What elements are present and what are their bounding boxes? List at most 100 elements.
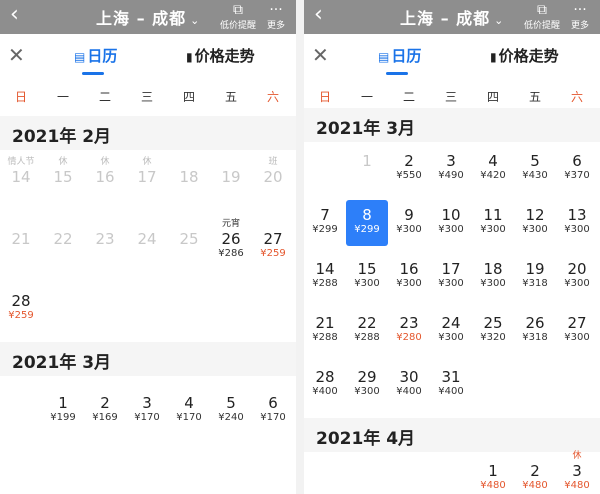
price-label: ¥169 <box>92 412 118 423</box>
tab-price-trend[interactable]: ▮ 价格走势 <box>186 46 255 67</box>
price-label: ¥259 <box>260 248 286 259</box>
date-number: 30 <box>399 368 419 386</box>
date-cell[interactable]: 12 ¥300 <box>514 206 556 236</box>
tab-calendar[interactable]: ▤ 日历 <box>74 46 117 75</box>
date-cell[interactable]: 18 ¥300 <box>472 260 514 290</box>
route-title[interactable]: 上海 – 成都 ⌄ <box>400 5 504 29</box>
date-cell-selected[interactable]: 8 ¥299 <box>346 200 388 246</box>
date-cell[interactable]: 27 ¥300 <box>556 314 598 344</box>
date-number: 7 <box>320 206 330 224</box>
date-cell[interactable]: 3 ¥170 <box>126 394 168 424</box>
date-cell: 休 15 <box>42 157 84 186</box>
price-label: ¥480 <box>564 480 590 491</box>
date-cell[interactable]: 14 ¥288 <box>304 260 346 290</box>
date-cell: 24 <box>126 230 168 248</box>
price-label: ¥480 <box>522 480 548 491</box>
date-cell[interactable]: 20 ¥300 <box>556 260 598 290</box>
date-number: 28 <box>315 368 335 386</box>
price-label: ¥300 <box>438 278 464 289</box>
date-cell[interactable]: 6 ¥370 <box>556 152 598 182</box>
price-label: ¥400 <box>312 386 338 397</box>
date-cell[interactable]: 休 3 ¥480 <box>556 451 598 492</box>
price-label: ¥490 <box>438 170 464 181</box>
date-cell[interactable]: 6 ¥170 <box>252 394 294 424</box>
date-number: 16 <box>399 260 419 278</box>
date-cell: 25 <box>168 230 210 248</box>
date-number: 2 <box>530 462 540 480</box>
tab-calendar[interactable]: ▤ 日历 <box>378 46 421 75</box>
weekday-header: 日一二三四五六 <box>304 88 600 108</box>
price-alert-button[interactable]: ⧉ 低价提醒 <box>524 2 560 31</box>
date-number: 1 <box>58 394 68 412</box>
date-cell[interactable]: 2 ¥550 <box>388 152 430 182</box>
close-icon[interactable]: ✕ <box>8 44 25 66</box>
weekday-label: 四 <box>486 90 499 104</box>
date-cell[interactable]: 31 ¥400 <box>430 368 472 398</box>
calendar-icon: ▤ <box>74 50 86 64</box>
date-cell[interactable]: 5 ¥240 <box>210 394 252 424</box>
date-cell[interactable]: 11 ¥300 <box>472 206 514 236</box>
date-number: 27 <box>263 230 283 248</box>
back-icon[interactable]: ‹ <box>314 2 323 28</box>
calendar-sheet: ✕ ▤ 日历 ▮ 价格走势 日一二三四五六 2021年 3月 1 2 ¥550 3 ¥490 4… <box>304 34 600 494</box>
price-alert-button[interactable]: ⧉ 低价提醒 <box>220 2 256 31</box>
chart-trend-icon: ⧉ <box>537 2 547 18</box>
date-cell[interactable]: 22 ¥288 <box>346 314 388 344</box>
date-cell[interactable]: 4 ¥170 <box>168 394 210 424</box>
date-cell[interactable]: 1 ¥480 <box>472 462 514 492</box>
price-label: ¥318 <box>522 332 548 343</box>
date-cell[interactable]: 23 ¥280 <box>388 314 430 344</box>
route-title[interactable]: 上海 – 成都 ⌄ <box>96 5 200 29</box>
price-label: ¥300 <box>354 278 380 289</box>
date-cell[interactable]: 2 ¥480 <box>514 462 556 492</box>
date-cell[interactable]: 3 ¥490 <box>430 152 472 182</box>
tab-price-trend[interactable]: ▮ 价格走势 <box>490 46 559 67</box>
weekday-label: 五 <box>528 90 541 104</box>
date-cell[interactable]: 17 ¥300 <box>430 260 472 290</box>
more-button[interactable]: ··· 更多 <box>562 2 598 31</box>
date-cell[interactable]: 24 ¥300 <box>430 314 472 344</box>
divider <box>296 0 304 494</box>
date-cell: 休 17 <box>126 157 168 186</box>
date-number: 17 <box>137 168 157 186</box>
date-cell[interactable]: 元宵 26 ¥286 <box>210 219 252 260</box>
date-cell[interactable]: 4 ¥420 <box>472 152 514 182</box>
date-cell[interactable]: 29 ¥300 <box>346 368 388 398</box>
date-cell[interactable]: 19 ¥318 <box>514 260 556 290</box>
date-cell[interactable]: 15 ¥300 <box>346 260 388 290</box>
date-cell[interactable]: 26 ¥318 <box>514 314 556 344</box>
date-cell[interactable]: 2 ¥169 <box>84 394 126 424</box>
more-button[interactable]: ··· 更多 <box>258 2 294 31</box>
date-cell[interactable]: 5 ¥430 <box>514 152 556 182</box>
date-cell[interactable]: 9 ¥300 <box>388 206 430 236</box>
close-icon[interactable]: ✕ <box>312 44 329 66</box>
weekday-label: 二 <box>402 90 415 104</box>
date-number: 28 <box>11 292 31 310</box>
date-number: 6 <box>572 152 582 170</box>
tab-indicator <box>82 72 104 75</box>
date-number: 20 <box>567 260 587 278</box>
weekday-label: 一 <box>56 90 69 104</box>
date-cell[interactable]: 10 ¥300 <box>430 206 472 236</box>
price-label: ¥400 <box>438 386 464 397</box>
price-label: ¥288 <box>354 332 380 343</box>
date-cell[interactable]: 21 ¥288 <box>304 314 346 344</box>
date-cell[interactable]: 1 ¥199 <box>42 394 84 424</box>
month-title: 2021年 2月 <box>0 116 296 150</box>
date-cell[interactable]: 27 ¥259 <box>252 230 294 260</box>
holiday-tag: 休 <box>572 451 582 461</box>
price-label: ¥170 <box>134 412 160 423</box>
back-icon[interactable]: ‹ <box>10 2 19 28</box>
date-cell[interactable]: 28 ¥259 <box>0 292 42 322</box>
date-cell[interactable]: 16 ¥300 <box>388 260 430 290</box>
date-cell[interactable]: 25 ¥320 <box>472 314 514 344</box>
bar-chart-icon: ▮ <box>490 50 497 64</box>
date-cell[interactable]: 13 ¥300 <box>556 206 598 236</box>
date-number: 11 <box>483 206 503 224</box>
date-cell: 23 <box>84 230 126 248</box>
date-number: 21 <box>11 230 31 248</box>
price-label: ¥300 <box>438 332 464 343</box>
date-cell[interactable]: 28 ¥400 <box>304 368 346 398</box>
date-cell[interactable]: 30 ¥400 <box>388 368 430 398</box>
date-cell[interactable]: 7 ¥299 <box>304 206 346 236</box>
